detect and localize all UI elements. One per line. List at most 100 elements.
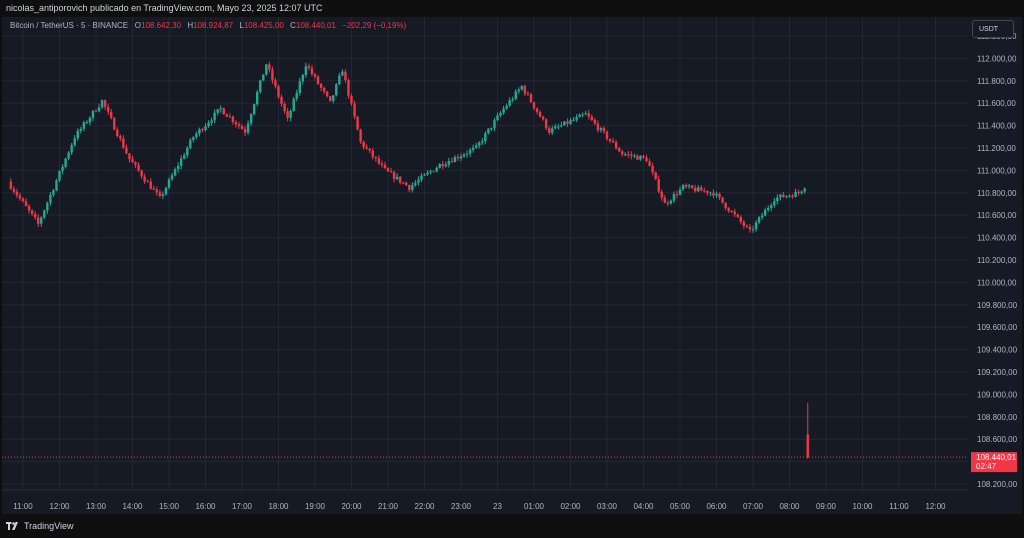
candle-body — [730, 211, 733, 213]
candle-body — [484, 133, 487, 142]
candle[interactable] — [654, 171, 657, 181]
candle-body — [426, 172, 429, 175]
candle-body — [94, 110, 98, 112]
candle[interactable] — [259, 79, 262, 94]
candle[interactable] — [256, 89, 259, 107]
candle-body — [106, 106, 110, 112]
candle-body — [745, 225, 749, 227]
x-tick-label: 03:00 — [597, 502, 618, 511]
x-tick-label: 11:00 — [13, 502, 33, 511]
candle-body — [329, 96, 332, 101]
candle-body — [271, 69, 274, 81]
candle-body — [79, 128, 82, 131]
candle[interactable] — [113, 116, 116, 131]
candle-body — [548, 128, 551, 133]
chart-panel[interactable]: 112.200,00112.000,00111.800,00111.600,00… — [2, 17, 1022, 514]
candle-body — [496, 115, 499, 121]
candle-body — [423, 174, 426, 176]
candle[interactable] — [265, 63, 268, 76]
tradingview-brand[interactable]: TradingView — [6, 521, 74, 531]
candle-body — [465, 153, 469, 155]
y-tick-label: 108.200,00 — [977, 480, 1018, 489]
candle-body — [709, 192, 712, 194]
candle-body — [614, 142, 618, 149]
candle-body — [383, 164, 387, 169]
candle-body — [608, 138, 612, 141]
candle-body — [313, 74, 317, 77]
candle-body — [770, 205, 773, 208]
candle-body — [97, 107, 101, 112]
candle[interactable] — [329, 95, 332, 102]
candle[interactable] — [43, 209, 46, 219]
candle-body — [544, 119, 548, 129]
candle-body — [64, 158, 67, 167]
candle-body — [58, 170, 61, 181]
candle[interactable] — [262, 74, 265, 81]
candle-body — [438, 164, 441, 168]
candle-body — [344, 71, 347, 80]
candle-body — [514, 91, 517, 99]
candle[interactable] — [277, 84, 280, 99]
candle-body — [219, 108, 222, 110]
candle-body — [119, 136, 122, 139]
candle-body — [639, 155, 642, 160]
candle-body — [538, 111, 542, 117]
y-tick-label: 110.000,00 — [977, 278, 1017, 287]
candle-body — [694, 187, 697, 192]
x-tick-label: 16:00 — [195, 502, 216, 511]
candle-body — [794, 191, 797, 197]
candle-body — [146, 181, 149, 183]
candle-body — [225, 114, 228, 117]
candle-body — [541, 116, 545, 120]
candle-body — [715, 193, 718, 196]
candle-body — [155, 189, 159, 193]
candle[interactable] — [58, 170, 61, 183]
y-tick-label: 109.600,00 — [977, 323, 1018, 332]
candle[interactable] — [347, 78, 350, 99]
candle-body — [773, 201, 776, 206]
candle-body — [46, 202, 49, 211]
y-tick-label: 110.400,00 — [977, 234, 1017, 243]
candle-body — [633, 155, 636, 157]
candle[interactable] — [356, 115, 359, 131]
candle-body — [37, 217, 40, 224]
x-tick-label: 20:00 — [341, 502, 362, 511]
candle[interactable] — [353, 100, 356, 120]
candle-body — [350, 95, 353, 104]
candle-body — [791, 195, 794, 197]
candle-body — [763, 209, 767, 216]
currency-button[interactable]: USDT — [972, 20, 1014, 38]
candle-body — [179, 158, 183, 166]
candle[interactable] — [55, 178, 58, 192]
candle-body — [508, 100, 511, 106]
candle-body — [478, 142, 481, 146]
candle-body — [535, 108, 539, 112]
candle[interactable] — [222, 107, 225, 115]
candle-body — [596, 123, 600, 131]
x-tick-label: 07:00 — [743, 502, 764, 511]
candle-body — [727, 208, 730, 212]
x-tick-label: 04:00 — [633, 502, 654, 511]
candle-body — [128, 153, 131, 160]
y-tick-label: 109.000,00 — [977, 390, 1018, 399]
candle-body — [572, 119, 575, 121]
candle[interactable] — [292, 97, 295, 112]
candle-body — [256, 91, 259, 105]
candle-body — [195, 133, 198, 138]
candlestick-chart[interactable]: 112.200,00112.000,00111.800,00111.600,00… — [2, 17, 1022, 514]
candle-body — [806, 434, 809, 458]
x-tick-label: 08:00 — [779, 502, 800, 511]
y-tick-label: 110.800,00 — [977, 189, 1017, 198]
candle[interactable] — [359, 128, 362, 145]
candle-body — [134, 162, 137, 165]
candle-body — [590, 116, 593, 120]
candle-body — [785, 196, 788, 198]
candle[interactable] — [252, 103, 256, 116]
candle-body — [347, 79, 350, 96]
candle[interactable] — [335, 83, 338, 97]
candle-body — [392, 172, 396, 180]
legend-low: 108.425,00 — [243, 21, 284, 30]
x-tick-label: 17:00 — [232, 502, 253, 511]
candle-body — [511, 98, 514, 101]
candle[interactable] — [721, 196, 724, 204]
